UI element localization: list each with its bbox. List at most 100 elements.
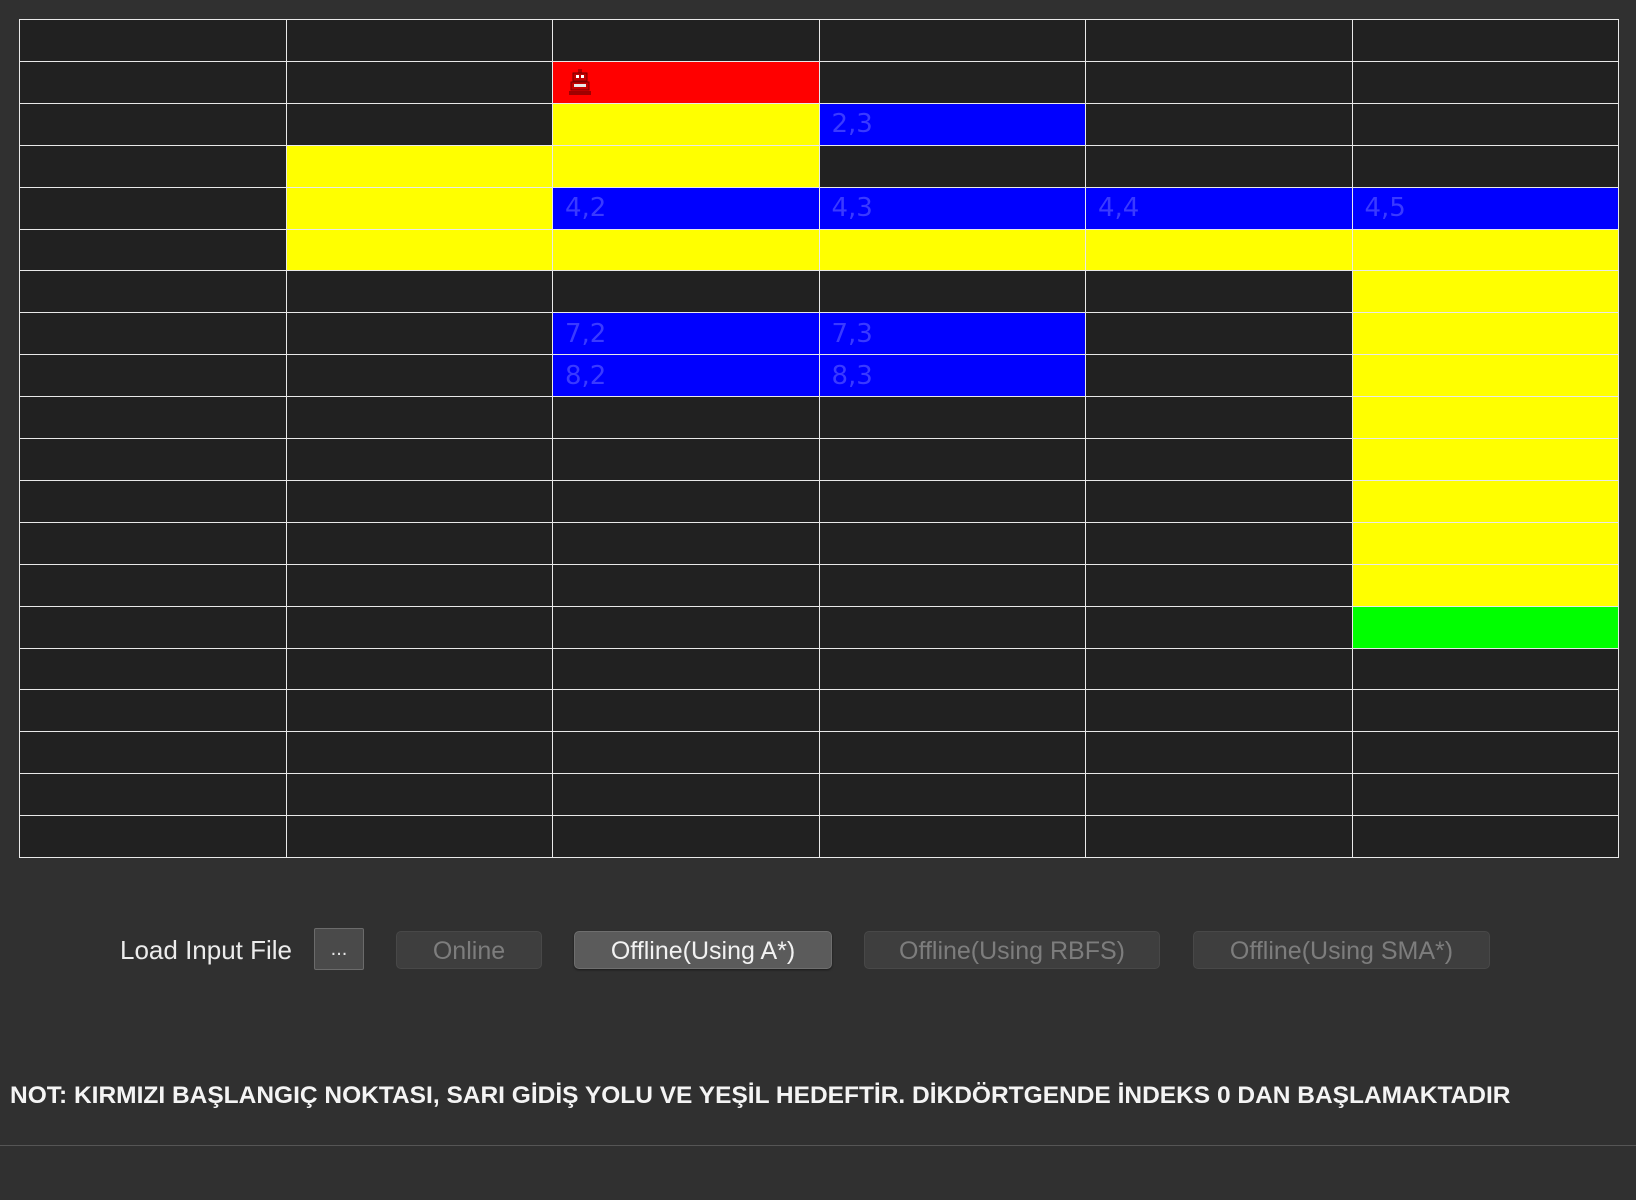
grid-cell (286, 690, 552, 732)
grid-cell (819, 606, 1085, 648)
grid-cell (1352, 61, 1618, 103)
grid-cell (1352, 732, 1618, 774)
obstacle-cell: 4,4 (1086, 187, 1352, 229)
grid-cell (1352, 103, 1618, 145)
grid-cell (286, 397, 552, 438)
grid-cell (553, 20, 819, 61)
load-input-file-label: Load Input File (120, 935, 293, 965)
path-cell (1352, 271, 1618, 313)
grid-cell (819, 774, 1085, 816)
grid-cell (819, 690, 1085, 732)
grid-cell (20, 271, 286, 313)
grid-cell (286, 648, 552, 690)
grid-cell (286, 774, 552, 816)
grid-cell (286, 313, 552, 355)
grid-cell (20, 732, 286, 774)
grid-cell (20, 816, 286, 857)
path-cell (286, 229, 552, 271)
grid-cell (1086, 439, 1352, 480)
offline-astar-button[interactable]: Offline(Using A*) (574, 931, 832, 969)
grid-cell (20, 606, 286, 648)
control-bar: Load Input File ... Online Offline(Using… (0, 928, 1636, 972)
grid-cell (819, 397, 1085, 438)
online-button[interactable]: Online (396, 931, 542, 969)
obstacle-cell: 7,2 (553, 313, 819, 355)
path-cell (1352, 313, 1618, 355)
grid-cell (286, 61, 552, 103)
grid-cell (1086, 271, 1352, 313)
grid-cell (1086, 564, 1352, 606)
path-cell (1352, 564, 1618, 606)
grid-cell (553, 690, 819, 732)
path-cell (1352, 439, 1618, 480)
cell-label: 8,3 (831, 360, 873, 391)
grid-cell (286, 439, 552, 480)
grid-cell (20, 20, 286, 61)
grid-cell (1352, 774, 1618, 816)
path-cell (1352, 480, 1618, 522)
grid-cell (819, 439, 1085, 480)
grid-cell (286, 816, 552, 857)
grid-cell (20, 439, 286, 480)
grid-cell (819, 271, 1085, 313)
path-cell (819, 229, 1085, 271)
cell-label: 7,2 (565, 318, 607, 349)
path-cell (1352, 397, 1618, 438)
cell-label: 2,3 (831, 109, 873, 140)
grid-cell (819, 648, 1085, 690)
grid-cell (1352, 690, 1618, 732)
grid-cell (553, 271, 819, 313)
grid-cell (553, 774, 819, 816)
browse-file-button[interactable]: ... (314, 928, 364, 970)
grid-cell (286, 20, 552, 61)
path-cell (286, 187, 552, 229)
grid-cell (20, 564, 286, 606)
obstacle-cell: 4,2 (553, 187, 819, 229)
grid-cell (20, 313, 286, 355)
cell-label: 8,2 (565, 360, 607, 391)
grid-cell (20, 103, 286, 145)
grid-cell (553, 439, 819, 480)
path-cell (1352, 229, 1618, 271)
cell-label: 4,3 (831, 193, 873, 224)
cell-label: 4,2 (565, 193, 607, 224)
grid-cell (286, 732, 552, 774)
offline-rbfs-button[interactable]: Offline(Using RBFS) (864, 931, 1160, 969)
grid-cell (819, 145, 1085, 187)
grid-cell (20, 355, 286, 397)
grid-cell (819, 61, 1085, 103)
robot-icon (569, 69, 591, 96)
grid-cell (1086, 774, 1352, 816)
grid-cell (20, 648, 286, 690)
grid-cell (20, 480, 286, 522)
path-cell (1352, 522, 1618, 564)
grid-cell (819, 20, 1085, 61)
path-cell (553, 145, 819, 187)
grid-cell (1086, 480, 1352, 522)
obstacle-cell: 8,3 (819, 355, 1085, 397)
grid-cell (286, 355, 552, 397)
grid-cell (553, 480, 819, 522)
goal-cell (1352, 606, 1618, 648)
grid-cell (553, 648, 819, 690)
path-cell (553, 229, 819, 271)
grid-cell (1352, 20, 1618, 61)
grid-cell (1352, 816, 1618, 857)
legend-note: NOT: KIRMIZI BAŞLANGIÇ NOKTASI, SARI GİD… (10, 1082, 1511, 1109)
path-cell (1086, 229, 1352, 271)
grid-cell (20, 61, 286, 103)
divider (0, 1145, 1636, 1146)
grid-cell (819, 522, 1085, 564)
grid-cell (1352, 648, 1618, 690)
grid-cell (286, 606, 552, 648)
grid-cell (286, 522, 552, 564)
grid-cell (1086, 690, 1352, 732)
grid-cell (1086, 732, 1352, 774)
offline-sma-button[interactable]: Offline(Using SMA*) (1193, 931, 1490, 969)
path-cell (286, 145, 552, 187)
grid-cell (1086, 313, 1352, 355)
grid-cell (819, 816, 1085, 857)
obstacle-cell: 4,3 (819, 187, 1085, 229)
grid-cell (20, 229, 286, 271)
grid-cell (286, 480, 552, 522)
